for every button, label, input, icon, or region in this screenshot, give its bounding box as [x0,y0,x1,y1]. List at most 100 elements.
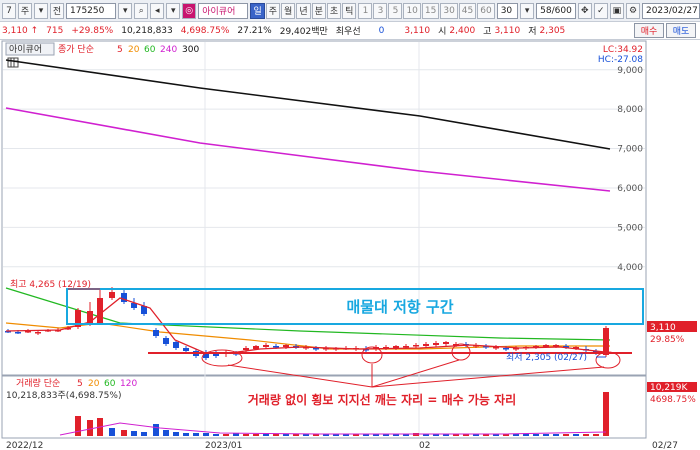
high-price: 3,110 [494,25,521,36]
candle [243,348,249,350]
volume-bar [173,432,179,436]
price-chart: 9,000 8,000 7,000 6,000 5,000 4,000 아이큐어 종가 단… [1,40,697,450]
volume-bar [263,434,269,436]
favorite-icon[interactable]: ◎ [182,2,197,19]
speaker-icon[interactable]: ◂ [150,2,165,19]
lc-label: LC:34.92 [603,45,643,55]
minute-button[interactable]: 3 [373,2,388,19]
volume: 10,218,833 [121,25,173,36]
minute-button[interactable]: 30 [440,2,458,19]
candle [253,346,259,349]
vol-ma60: 60 [104,379,116,389]
x-label: 02 [419,441,430,450]
period-button[interactable]: 년 [296,2,311,19]
volume-bar [583,434,589,436]
period-button[interactable]: 초 [326,2,342,19]
chevron-down-icon[interactable]: ▾ [118,2,133,19]
x-label: 2023/01 [205,441,242,450]
x-label: 2022/12 [6,441,43,450]
y-tick-label: 8,000 [617,105,643,115]
volume-bar [523,434,529,436]
volume-bar [413,433,419,436]
period-button[interactable]: 월 [281,2,296,19]
volume-bar [593,434,599,436]
hc-label: HC:-27.08 [598,55,643,65]
x-label: 02/27 [652,441,678,450]
candle [263,345,269,347]
current-rate-tag: 29.85% [650,335,685,345]
volume-bar [603,392,609,436]
candle [109,292,115,298]
hoga-label: 최우선 [335,27,361,37]
buy-button[interactable]: 매수 [634,23,664,38]
volume-bar [203,433,209,436]
chevron-down-icon[interactable]: ▾ [34,2,48,19]
volume-info: 10,218,833주(4,698.75%) [6,390,121,401]
volume-last-tag: 10,219K [650,383,688,393]
volume-legend: 거래량 단순 [16,377,60,389]
search-icon[interactable]: ⌕ [134,2,149,19]
legend-ma300: 300 [182,45,199,55]
legend-ma240: 240 [160,45,177,55]
volume-bar [87,420,93,436]
open-label: 시 [438,27,447,37]
minute-button[interactable]: 5 [388,2,403,19]
vol-ma20: 20 [88,379,100,389]
high-marker: 최고 4,265 (12/19) [10,279,91,290]
legend-main: 종가 단순 [58,44,94,55]
chevron-down-icon[interactable]: ▾ [520,2,535,19]
period-buttons: 일주월년분초틱 [250,2,357,19]
volume-bar [573,434,579,436]
all-button[interactable]: 전 [50,2,64,19]
stock-type-button[interactable]: 주 [18,2,32,19]
minute-button[interactable]: 45 [458,2,477,19]
sell-button[interactable]: 매도 [666,23,696,38]
volume-bar [283,434,289,436]
volume-bar [293,434,299,436]
volume-bar [153,424,159,436]
candle [15,332,21,334]
minute-button[interactable]: 10 [403,2,421,19]
minute-button[interactable]: 1 [358,2,373,19]
legend-ma5: 5 [117,45,123,55]
candle [443,342,449,344]
turnover: 27.21% [237,25,272,36]
quote-bar: 3,110 ↑ 715 +29.85% 10,218,833 4,698.75%… [0,22,700,40]
minute-button[interactable]: 15 [421,2,440,19]
minute-buttons: 1 3 5 10 15 30 45 60 [358,2,495,19]
stock-name-field[interactable]: 아이큐어 [198,2,249,19]
vol-ma120: 120 [120,379,137,389]
candle [97,298,103,323]
volume-bar [121,430,127,436]
change-rate: +29.85% [71,25,114,36]
volume-bar [75,416,81,436]
stock-code-input[interactable]: 175250 [66,2,117,19]
minute-button[interactable]: 60 [477,2,495,19]
candle [403,346,409,348]
candle [273,346,279,348]
chevron-down-icon[interactable]: ▾ [166,2,181,19]
period-button[interactable]: 분 [311,2,326,19]
y-tick-label: 9,000 [617,66,643,76]
count-input[interactable]: 30 [496,2,519,19]
date-field[interactable]: 2023/02/27 [641,2,700,19]
gear-icon[interactable]: ⚙ [625,2,640,19]
page-counter: 58/600 [536,2,576,19]
volume-rate: 4,698.75% [180,25,230,36]
volume-bar [553,434,559,436]
volume-bar [109,428,115,436]
low-price: 2,305 [539,25,566,36]
save-icon[interactable]: ▣ [609,2,624,19]
volume-bar [193,433,199,436]
period-button[interactable]: 일 [250,2,265,19]
check-icon[interactable]: ✓ [593,2,608,19]
tool-icon[interactable]: ✥ [577,2,592,19]
hoga-value: 0 [378,25,385,36]
period-button[interactable]: 틱 [342,2,357,19]
volume-bar [543,434,549,436]
volume-bar [141,432,147,436]
grid-icon[interactable] [7,57,19,68]
period-button[interactable]: 주 [265,2,281,19]
layout-button[interactable]: 7 [2,2,16,19]
candle [433,343,439,345]
